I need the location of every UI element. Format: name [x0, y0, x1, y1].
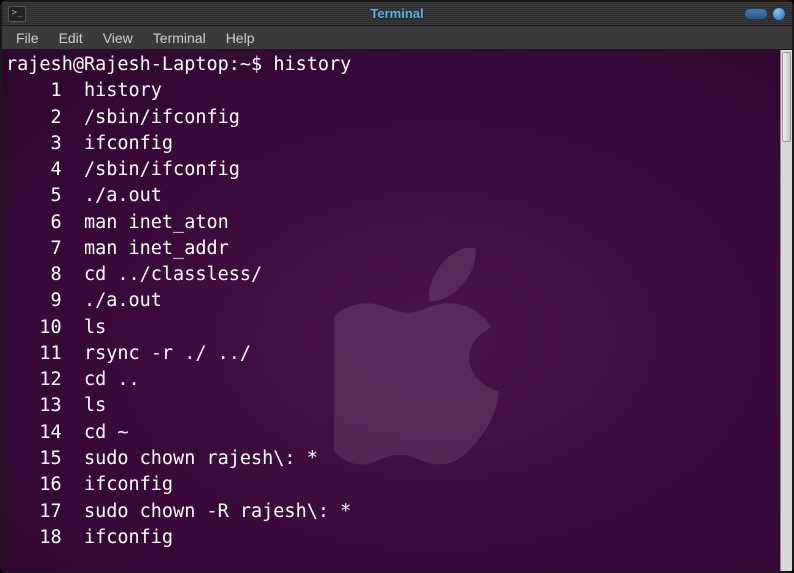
app-icon: >_: [8, 6, 26, 22]
terminal-window: >_ Terminal File Edit View Terminal Help…: [0, 0, 794, 573]
history-number: 10: [6, 315, 62, 341]
history-number: 16: [6, 472, 62, 498]
history-command: ls: [62, 395, 107, 416]
history-number: 4: [6, 157, 62, 183]
history-command: rsync -r ./ ../: [62, 343, 251, 364]
terminal-icon: >_: [12, 9, 23, 18]
history-command: ./a.out: [62, 290, 162, 311]
history-command: cd ~: [62, 422, 129, 443]
history-command: ifconfig: [62, 474, 173, 495]
menu-help[interactable]: Help: [216, 28, 265, 48]
history-number: 6: [6, 210, 62, 236]
history-command: history: [62, 80, 162, 101]
close-button[interactable]: [772, 7, 786, 21]
history-number: 15: [6, 446, 62, 472]
history-number: 9: [6, 288, 62, 314]
history-command: cd ../classless/: [62, 264, 262, 285]
history-command: man inet_addr: [62, 238, 229, 259]
menu-file[interactable]: File: [6, 28, 49, 48]
menubar: File Edit View Terminal Help: [2, 26, 792, 50]
prompt-symbol: $: [251, 54, 262, 75]
history-number: 3: [6, 131, 62, 157]
history-command: ls: [62, 317, 107, 338]
history-command: man inet_aton: [62, 212, 229, 233]
history-command: ifconfig: [62, 133, 173, 154]
menu-edit[interactable]: Edit: [49, 28, 93, 48]
history-command: ifconfig: [62, 527, 173, 548]
history-command: sudo chown -R rajesh\: *: [62, 501, 352, 522]
history-number: 18: [6, 525, 62, 551]
menu-terminal[interactable]: Terminal: [143, 28, 216, 48]
menu-view[interactable]: View: [93, 28, 143, 48]
history-number: 1: [6, 78, 62, 104]
prompt-user-host: rajesh@Rajesh-Laptop: [6, 54, 229, 75]
history-number: 8: [6, 262, 62, 288]
history-number: 17: [6, 499, 62, 525]
minimize-button[interactable]: [744, 8, 768, 20]
history-number: 7: [6, 236, 62, 262]
history-number: 12: [6, 367, 62, 393]
history-command: /sbin/ifconfig: [62, 159, 240, 180]
history-number: 2: [6, 105, 62, 131]
terminal-output[interactable]: rajesh@Rajesh-Laptop:~$ history 1history…: [2, 50, 780, 571]
history-number: 13: [6, 393, 62, 419]
window-title: Terminal: [370, 6, 423, 21]
history-command: /sbin/ifconfig: [62, 107, 240, 128]
history-number: 5: [6, 183, 62, 209]
window-controls: [744, 7, 786, 21]
history-command: sudo chown rajesh\: *: [62, 448, 318, 469]
terminal-body[interactable]: rajesh@Rajesh-Laptop:~$ history 1history…: [2, 50, 792, 571]
history-command: cd ..: [62, 369, 140, 390]
history-number: 11: [6, 341, 62, 367]
titlebar[interactable]: >_ Terminal: [2, 2, 792, 26]
history-command: ./a.out: [62, 185, 162, 206]
prompt-command: history: [273, 54, 351, 75]
history-number: 14: [6, 420, 62, 446]
prompt-path: ~: [240, 54, 251, 75]
scroll-thumb[interactable]: [782, 52, 791, 142]
scrollbar[interactable]: [780, 50, 792, 571]
